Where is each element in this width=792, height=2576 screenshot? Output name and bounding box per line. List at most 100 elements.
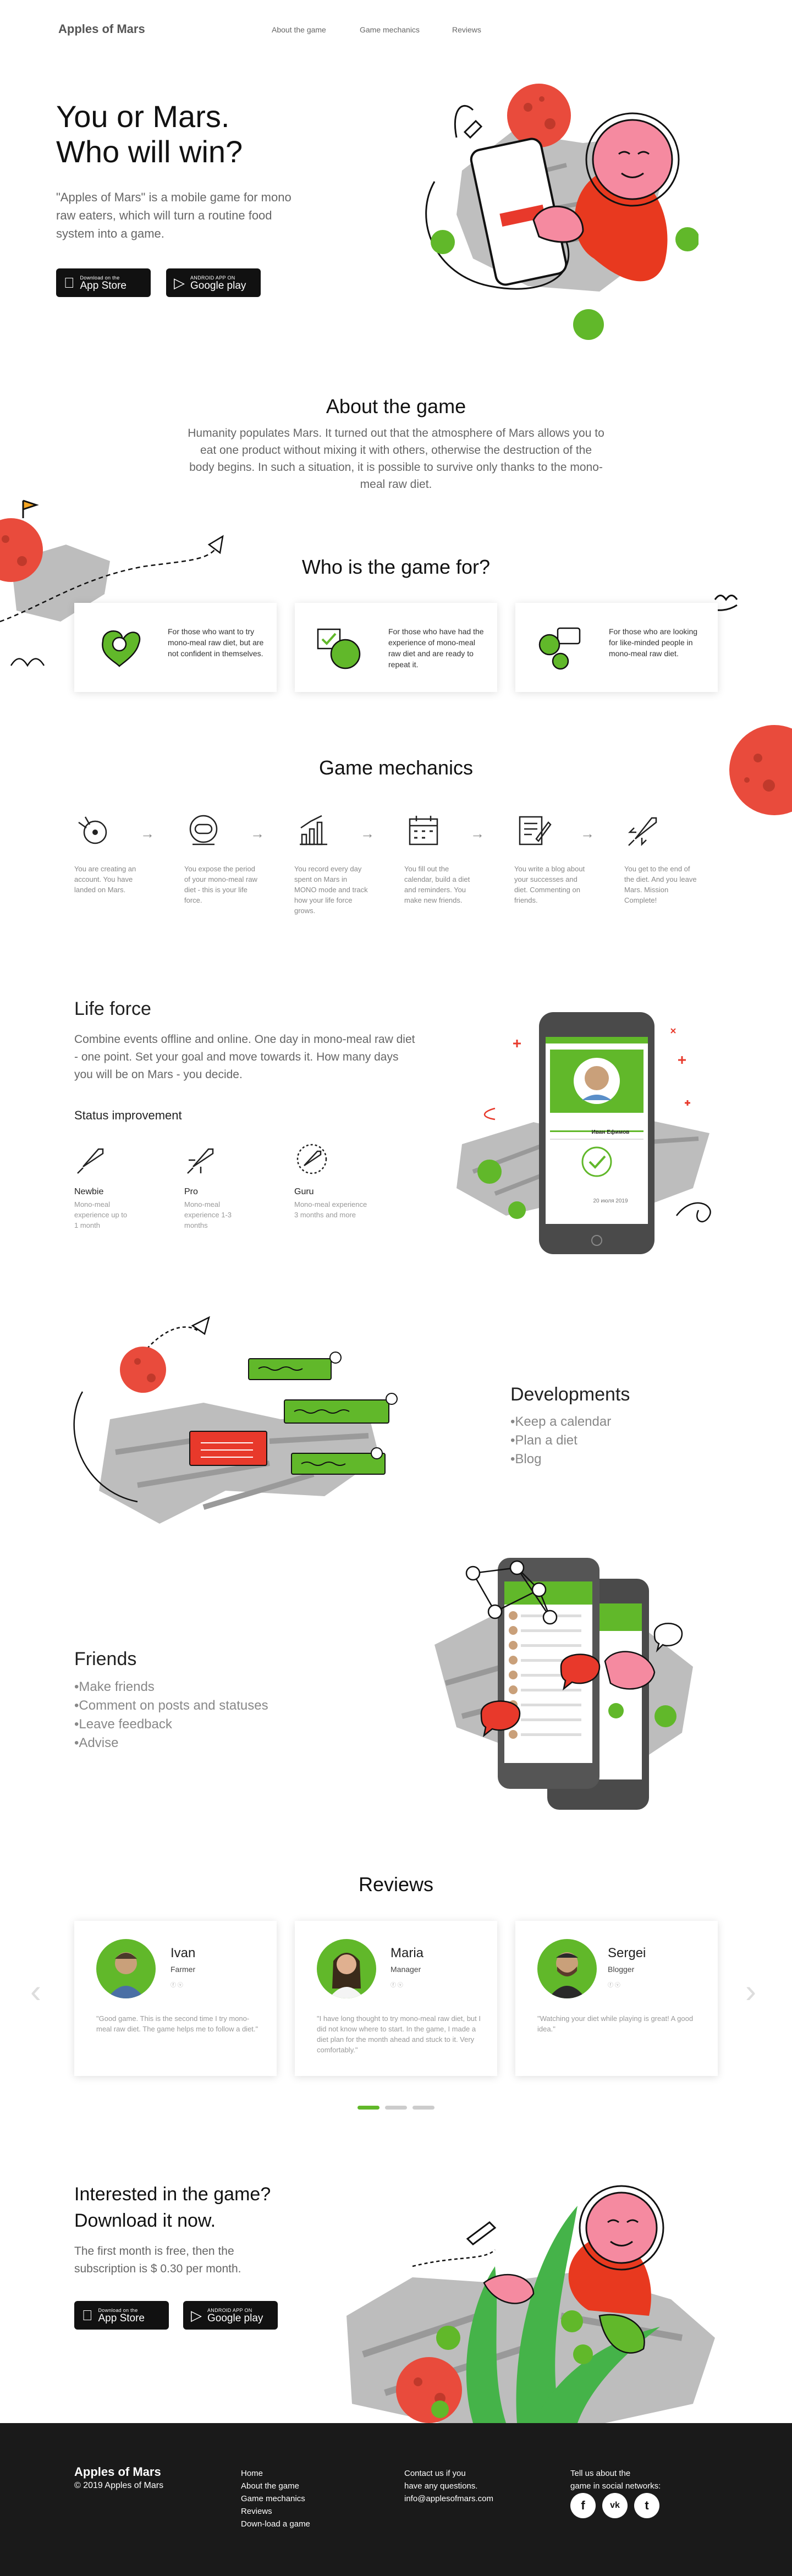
who-card-1: For those who want to try mono-meal raw … [74, 603, 277, 692]
checklist-apple-icon [317, 628, 361, 669]
avatar-ivan [96, 1939, 156, 1998]
arrow-icon-4: → [470, 825, 485, 842]
community-chat-icon [538, 627, 581, 670]
developments-item-2: Plan a diet [510, 1431, 611, 1450]
twitter-icon[interactable]: t [634, 2493, 659, 2518]
footer-link-about[interactable]: About the game [241, 2480, 310, 2492]
mechanics-step-6: You get to the end of the diet. And you … [624, 865, 697, 904]
footer-contact-line2: have any questions. [404, 2481, 478, 2491]
review-social-maria[interactable]: ⓕ ⓥ [391, 1980, 403, 1989]
review-role-maria: Manager [391, 1965, 421, 1974]
footer-link-reviews[interactable]: Reviews [241, 2505, 310, 2518]
facebook-icon[interactable]: f [570, 2493, 596, 2518]
apple-heart-icon [102, 630, 141, 667]
who-card-3: For those who are looking for like-minde… [515, 603, 718, 692]
cta-appstore-big: App Store [87, 2312, 145, 2324]
appstore-big: App Store [69, 279, 127, 292]
cta-googleplay-small: ANDROID APP ON [207, 2307, 252, 2313]
play-icon: ▷ [174, 274, 185, 291]
googleplay-button[interactable]: ▷ ANDROID APP ON Google play [166, 268, 261, 297]
status-desc-pro: Mono-meal experience 1-3 months [184, 1200, 232, 1229]
avatar-sergei [537, 1939, 597, 1998]
nav-reviews[interactable]: Reviews [452, 25, 481, 34]
hero-title-line2: Who will win? [56, 134, 243, 169]
who-card-3-text: For those who are looking for like-minde… [609, 627, 698, 658]
review-text-sergei: "Watching your diet while playing is gre… [537, 2014, 694, 2033]
nav-mechanics[interactable]: Game mechanics [360, 25, 420, 34]
footer-social-line2: game in social networks: [570, 2481, 661, 2491]
status-title: Status improvement [74, 1108, 182, 1122]
phone-profile-name: Иван Ефимов [591, 1129, 630, 1135]
vk-icon[interactable]: vk [602, 2493, 628, 2518]
status-name-newbie: Newbie [74, 1187, 104, 1196]
developments-item-3: Blog [510, 1450, 611, 1469]
rocket-pro-icon [187, 1148, 214, 1174]
who-card-2-text: For those who have had the experience of… [388, 627, 484, 669]
lifeforce-title: Life force [74, 998, 151, 1019]
mechanics-step-4: You fill out the calendar, build a diet … [404, 865, 470, 904]
review-name-ivan: Ivan [170, 1946, 196, 1960]
review-text-ivan: "Good game. This is the second time I tr… [96, 2014, 258, 2033]
review-role-ivan: Farmer [170, 1965, 196, 1974]
cta-title-line1: Interested in the game? [74, 2184, 271, 2205]
rocket-icon [628, 817, 657, 847]
play-icon: ▷ [191, 2307, 202, 2324]
status-desc-newbie: Mono-meal experience up to 1 month [74, 1200, 128, 1229]
astronaut-helmet-icon [189, 815, 218, 845]
footer-email[interactable]: info@applesofmars.com [404, 2492, 493, 2505]
about-title: About the game [326, 395, 466, 418]
blog-edit-icon [519, 816, 552, 845]
mechanics-step-2: You expose the period of your mono-meal … [184, 865, 257, 904]
footer-contact: Contact us if you have any questions. in… [404, 2467, 493, 2505]
review-social-sergei[interactable]: ⓕ ⓥ [608, 1980, 620, 1989]
mechanics-title: Game mechanics [318, 756, 474, 779]
status-name-guru: Guru [294, 1187, 314, 1196]
carousel-next-icon[interactable]: › [745, 1975, 756, 2008]
cta-title: Interested in the game? Download it now. [74, 2181, 271, 2234]
footer-brand: Apples of Mars [74, 2465, 161, 2479]
carousel-dot-1[interactable] [358, 2106, 380, 2110]
hero-title: You or Mars. Who will win? [56, 99, 386, 169]
appstore-button[interactable]:  Download on theApp Store [56, 268, 151, 297]
arrow-icon-5: → [580, 825, 595, 842]
footer-link-mechanics[interactable]: Game mechanics [241, 2492, 310, 2505]
footer-link-home[interactable]: Home [241, 2467, 310, 2480]
cta-googleplay-big: Google play [207, 2312, 263, 2324]
carousel-prev-icon[interactable]: ‹ [30, 1975, 41, 2008]
footer-link-download[interactable]: Down-load a game [241, 2518, 310, 2530]
calendar-icon [409, 816, 438, 845]
hero-title-line1: You or Mars. [56, 99, 230, 134]
reviews-title: Reviews [358, 1873, 434, 1896]
cta-title-line2: Download it now. [74, 2210, 216, 2231]
cta-appstore-small: Download on the [87, 2307, 138, 2313]
footer: Apples of Mars © 2019 Apples of Mars Hom… [0, 2423, 792, 2576]
review-card-1 [74, 1921, 277, 2076]
review-role-sergei: Blogger [608, 1965, 635, 1974]
nav-about[interactable]: About the game [272, 25, 326, 34]
carousel-dot-3[interactable] [413, 2106, 435, 2110]
footer-social-line1: Tell us about the [570, 2469, 631, 2478]
rocket-newbie-icon [77, 1148, 104, 1174]
developments-title: Developments [510, 1384, 630, 1405]
friends-item-3: Leave feedback [74, 1715, 268, 1734]
apple-icon:  [82, 2308, 93, 2322]
friends-list: Make friends Comment on posts and status… [74, 1678, 268, 1753]
cta-illustration [346, 2185, 715, 2423]
rocket-guru-icon [296, 1144, 327, 1174]
carousel-dot-2[interactable] [385, 2106, 407, 2110]
logo[interactable]: Apples of Mars [58, 22, 145, 36]
developments-item-1: Keep a calendar [510, 1413, 611, 1431]
mechanics-step-1: You are creating an account. You have la… [74, 865, 136, 894]
footer-contact-line1: Contact us if you [404, 2469, 466, 2478]
friends-title: Friends [74, 1649, 137, 1669]
footer-links: Home About the game Game mechanics Revie… [241, 2467, 310, 2530]
cta-googleplay-button[interactable]: ▷ ANDROID APP ON Google play [183, 2301, 278, 2330]
hero-illustration [425, 84, 698, 340]
cta-appstore-button[interactable]:  Download on theApp Store [74, 2301, 169, 2330]
mechanics-step-5: You write a blog about your successes an… [514, 865, 585, 904]
arrow-icon-2: → [250, 825, 265, 842]
review-social-ivan[interactable]: ⓕ ⓥ [170, 1980, 183, 1989]
arrow-icon-1: → [140, 825, 155, 842]
hero-description: "Apples of Mars" is a mobile game for mo… [56, 190, 292, 240]
avatar-maria [317, 1939, 376, 1998]
